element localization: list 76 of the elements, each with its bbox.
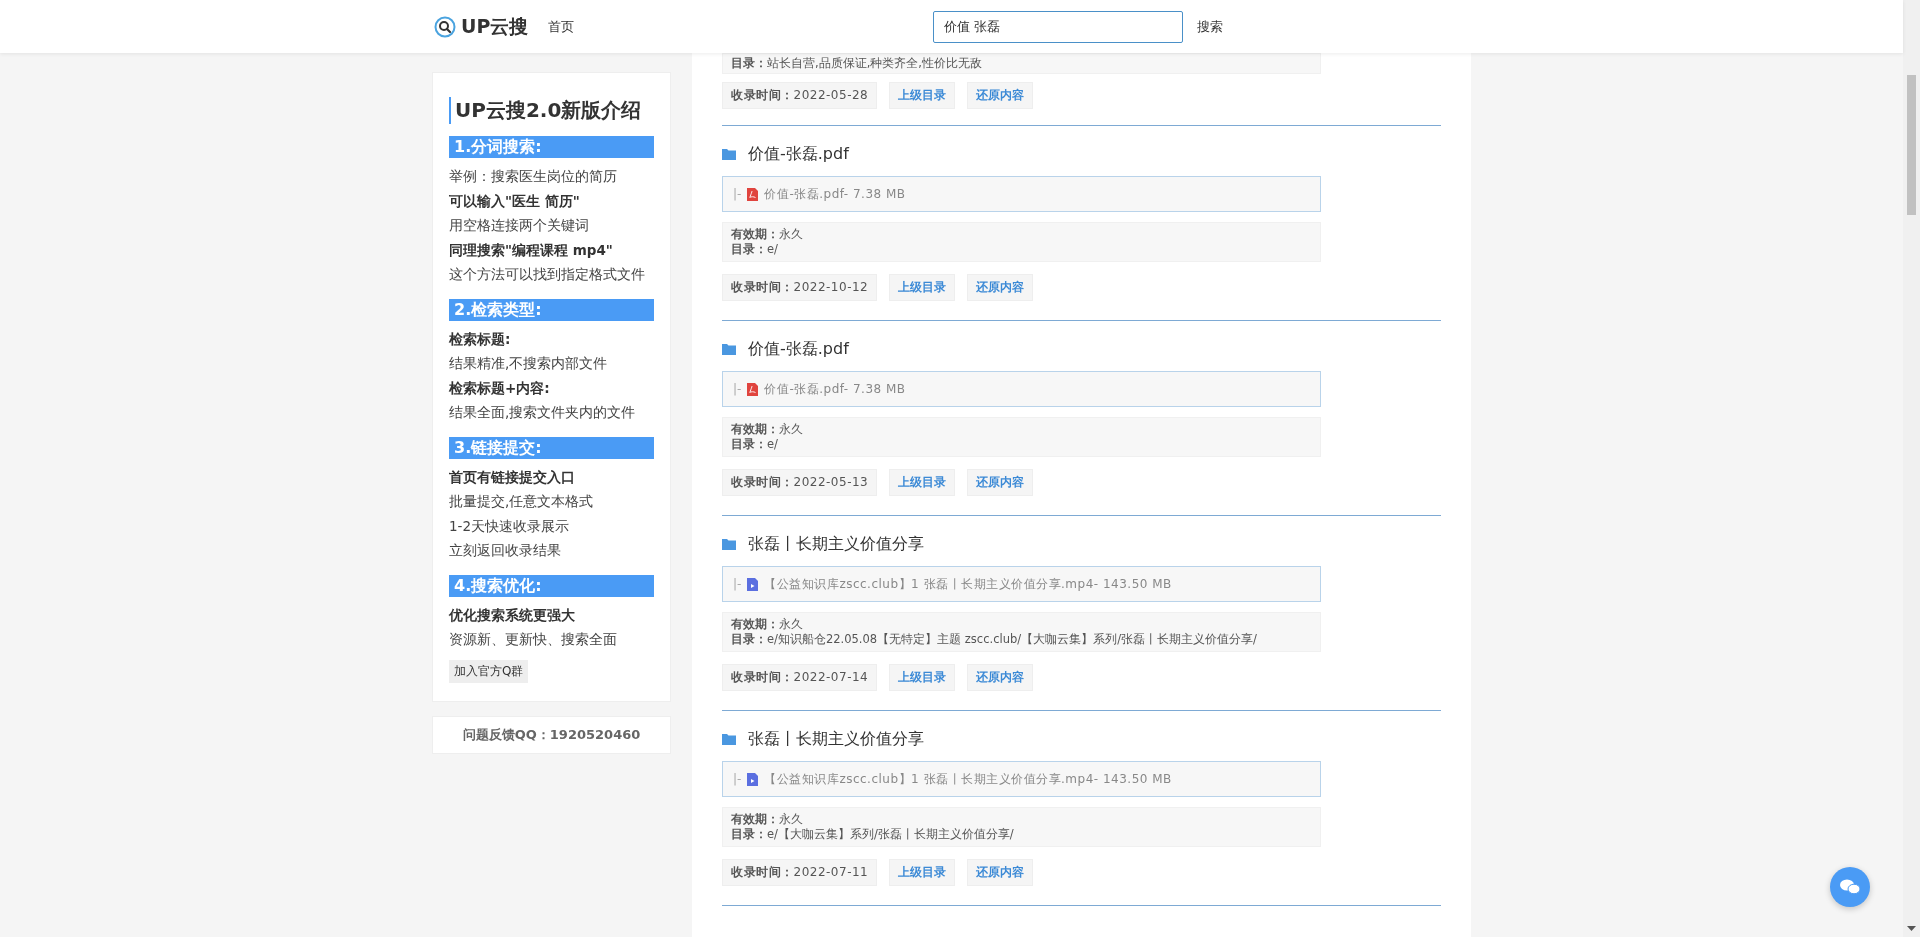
nav-link[interactable]: 首页 [548,17,575,36]
tree-marker: |- [733,577,742,591]
result-title[interactable]: 价值-张磊.pdf [748,338,849,360]
detail-text: 有效期：永久 [731,227,804,242]
detail-text: 目录：e/ [731,242,779,257]
folder-icon [722,733,736,745]
tree-marker: |- [733,382,742,396]
folder-icon [722,343,736,355]
search-field[interactable]: 价值 张磊 [933,10,1183,43]
detail-text: 目录：e/知识船仓22.05.08【无特定】主题 zscc.club/【大咖云集】系列/张磊丨长期主义价值分享/ [731,632,1258,647]
tree-marker: |- [733,187,742,201]
action-button[interactable]: 还原内容 [967,664,1034,691]
action-button[interactable]: 上级目录 [889,82,956,109]
intro-text: 立刻返回收录结果 [449,541,562,560]
result-title[interactable]: 张磊丨长期主义价值分享 [748,728,924,750]
detail-text: 有效期：永久 [731,617,804,632]
section-heading: 1.分词搜索: [449,136,654,158]
intro-text: 用空格连接两个关键词 [449,216,590,235]
action-button[interactable]: 还原内容 [967,859,1034,886]
action-button[interactable]: 还原内容 [967,469,1034,496]
chat-icon [1839,878,1861,896]
indexed-time: 收录时间：2022-10-12 [722,274,878,301]
detail-text: 目录：e/ [731,437,779,452]
section-heading: 2.检索类型: [449,298,654,321]
result-title[interactable]: 张磊丨长期主义价值分享 [748,533,924,555]
search-icon [434,15,456,38]
scroll-down-icon[interactable] [1907,926,1916,931]
intro-text: 首页有链接提交入口 [449,467,576,487]
intro-text: 结果全面,搜索文件夹内的文件 [449,403,637,422]
scrollbar-thumb[interactable] [1907,75,1916,215]
file-name[interactable]: 【公益知识库zscc.club】1 张磊丨长期主义价值分享.mp4- 143.50 MB [764,575,1172,593]
action-button[interactable]: 上级目录 [889,859,956,886]
folder-icon [722,538,736,550]
action-button[interactable]: 上级目录 [889,274,956,301]
chat-button[interactable] [1830,867,1870,907]
intro-text: 检索标题: [449,329,512,349]
action-button[interactable]: 还原内容 [967,274,1034,301]
site-logo[interactable]: UP云搜 [461,13,529,40]
file-name[interactable]: 【公益知识库zscc.club】1 张磊丨长期主义价值分享.mp4- 143.50 MB [764,770,1172,788]
intro-text: 检索标题+内容: [449,378,551,398]
detail-text: 有效期：永久 [731,812,804,827]
search-button[interactable]: 搜索 [1189,13,1231,40]
scrollbar[interactable] [1903,0,1920,937]
pdf-file-icon [747,382,759,396]
detail-text: 目录：站长自营,品质保证,种类齐全,性价比无敌 [731,56,983,71]
intro-text: 同理搜索"编程课程 mp4" [449,240,614,260]
video-file-icon [747,577,759,591]
video-file-icon [747,772,759,786]
detail-text: 有效期：永久 [731,422,804,437]
feedback-text: 问题反馈QQ：1920520460 [432,715,671,754]
intro-title: UP云搜2.0新版介绍 [449,97,654,124]
detail-text: 目录：e/【大咖云集】系列/张磊丨长期主义价值分享/ [731,827,1015,842]
intro-text: 资源新、更新快、搜索全面 [449,630,618,649]
intro-text: 批量提交,任意文本格式 [449,492,595,511]
join-group-button[interactable]: 加入官方Q群 [449,659,529,683]
section-heading: 3.链接提交: [449,436,654,459]
section-heading: 4.搜索优化: [449,574,654,597]
indexed-time: 收录时间：2022-07-11 [722,859,878,886]
file-name[interactable]: 价值-张磊.pdf- 7.38 MB [764,185,906,203]
file-name[interactable]: 价值-张磊.pdf- 7.38 MB [764,380,906,398]
intro-text: 这个方法可以找到指定格式文件 [449,265,646,284]
result-title[interactable]: 价值-张磊.pdf [748,143,849,165]
action-button[interactable]: 上级目录 [889,469,956,496]
tree-marker: |- [733,772,742,786]
intro-text: 结果精准,不搜索内部文件 [449,354,609,373]
indexed-time: 收录时间：2022-07-14 [722,664,878,691]
intro-text: 优化搜索系统更强大 [449,605,576,625]
intro-text: 可以输入"医生 简历" [449,191,581,211]
action-button[interactable]: 还原内容 [967,82,1034,109]
intro-text: 1-2天快速收录展示 [449,516,571,536]
action-button[interactable]: 上级目录 [889,664,956,691]
pdf-file-icon [747,187,759,201]
indexed-time: 收录时间：2022-05-28 [722,82,878,109]
indexed-time: 收录时间：2022-05-13 [722,469,878,496]
intro-text: 举例：搜索医生岗位的简历 [449,167,618,186]
folder-icon [722,148,736,160]
